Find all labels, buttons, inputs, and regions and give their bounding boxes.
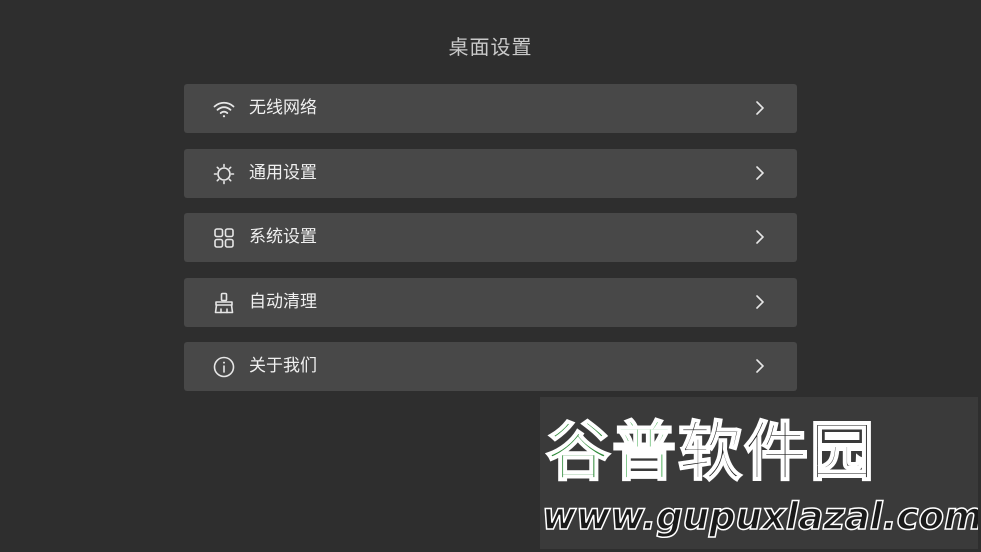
desktop-settings-page: 桌面设置 无线网络 通用设置 系统设置 自动清理 关于我们 谷普软件园 www.… [0,0,981,552]
watermark-site-name: 谷普软件园 [545,415,876,491]
watermark: 谷普软件园 www.gupuxlazal.com [540,397,978,549]
chevron-right-icon [753,228,767,246]
chevron-right-icon [753,357,767,375]
chevron-right-icon [753,164,767,182]
menu-item-label: 系统设置 [249,227,317,247]
page-title: 桌面设置 [448,35,533,59]
info-icon [212,355,236,379]
watermark-char-1: 谷 [545,415,612,491]
apps-grid-icon [212,226,236,250]
menu-item-label: 自动清理 [249,291,317,312]
menu-item-general-settings[interactable]: 通用设置 [184,148,797,198]
watermark-char-rest: 软件园 [677,415,876,491]
wifi-icon [212,97,236,121]
watermark-url: www.gupuxlazal.com [541,494,978,539]
sun-icon [212,162,236,186]
broom-icon [212,291,236,315]
settings-menu: 无线网络 通用设置 系统设置 自动清理 关于我们 [184,84,797,407]
menu-item-about-us[interactable]: 关于我们 [184,342,797,391]
menu-item-label: 无线网络 [249,98,317,118]
menu-item-system-settings[interactable]: 系统设置 [184,213,797,262]
menu-item-wireless-network[interactable]: 无线网络 [184,84,797,133]
menu-item-auto-clean[interactable]: 自动清理 [184,277,797,327]
watermark-char-2: 普 [611,415,678,491]
menu-item-label: 通用设置 [249,162,317,183]
menu-item-label: 关于我们 [249,356,317,376]
chevron-right-icon [753,293,767,311]
chevron-right-icon [753,99,767,117]
